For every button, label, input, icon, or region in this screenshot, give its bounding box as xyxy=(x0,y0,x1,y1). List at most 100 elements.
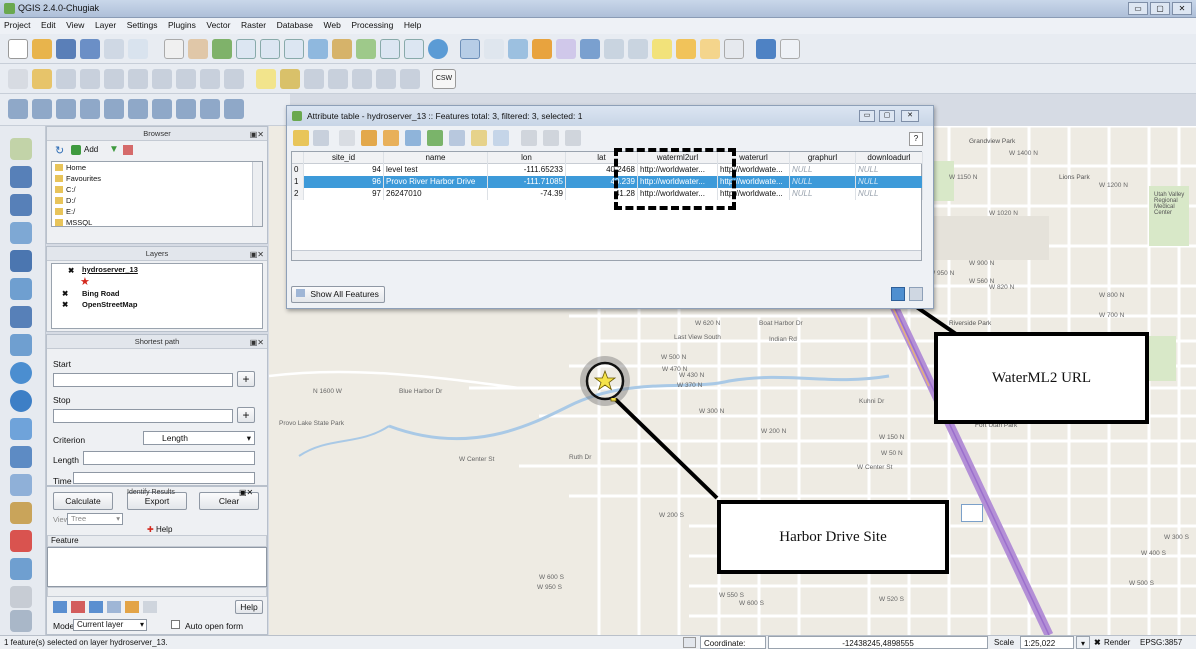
add-vertex-icon[interactable] xyxy=(10,446,32,468)
zoom-last-icon[interactable] xyxy=(380,39,400,59)
menu-web[interactable]: Web xyxy=(319,18,344,32)
open-project-icon[interactable] xyxy=(32,39,52,59)
time-field[interactable] xyxy=(73,472,255,484)
view-select[interactable]: Tree ▾ xyxy=(67,513,123,525)
menu-layer[interactable]: Layer xyxy=(91,18,120,32)
field-calculator-icon[interactable] xyxy=(556,39,576,59)
panel-float-close-icon[interactable]: ▣✕ xyxy=(250,336,264,350)
new-gpx-icon[interactable] xyxy=(10,558,32,580)
add-wcs-layer-icon[interactable] xyxy=(176,99,196,119)
column-header-name[interactable]: name xyxy=(384,152,488,164)
maximize-button[interactable]: ▢ xyxy=(879,110,895,122)
statistics-icon[interactable] xyxy=(628,39,648,59)
layer-item-hydroserver[interactable]: ✖ hydroserver_13 xyxy=(52,264,262,277)
save-as-icon[interactable] xyxy=(80,39,100,59)
attribute-hscrollbar[interactable] xyxy=(292,250,921,260)
menu-processing[interactable]: Processing xyxy=(347,18,397,32)
scale-input[interactable]: 1:25,022 xyxy=(1020,636,1074,649)
browser-item-mssql[interactable]: MSSQL xyxy=(52,217,262,226)
move-feature-icon[interactable] xyxy=(104,69,124,89)
clear-results-icon[interactable] xyxy=(107,601,121,613)
add-feature-icon[interactable] xyxy=(80,69,100,89)
refresh-icon[interactable] xyxy=(428,39,448,59)
zoom-to-selection-icon[interactable] xyxy=(471,130,487,146)
auto-open-checkbox[interactable] xyxy=(171,620,180,629)
label-toolbar-icon[interactable] xyxy=(256,69,276,89)
zoom-select-icon[interactable] xyxy=(128,39,148,59)
add-delimited-text-icon[interactable] xyxy=(224,99,244,119)
menu-help[interactable]: Help xyxy=(400,18,425,32)
field-calculator-icon[interactable] xyxy=(565,130,581,146)
add-wms-icon[interactable] xyxy=(10,222,32,244)
pan-hand-icon[interactable] xyxy=(188,39,208,59)
browser-item-favourites[interactable]: Favourites xyxy=(52,173,262,184)
zoom-out-icon[interactable] xyxy=(260,39,280,59)
pan-to-selection-icon[interactable] xyxy=(449,130,465,146)
length-field[interactable] xyxy=(83,451,255,465)
add-wfs-layer-icon[interactable] xyxy=(200,99,220,119)
add-wfs-icon[interactable] xyxy=(10,250,32,272)
browser-scrollbar[interactable] xyxy=(252,162,262,226)
csw-button[interactable]: CSW xyxy=(432,69,456,89)
add-virtual-layer-icon[interactable] xyxy=(10,418,32,440)
node-tool-icon[interactable] xyxy=(128,69,148,89)
add-spatialite-icon[interactable] xyxy=(10,306,32,328)
zoom-full-icon[interactable] xyxy=(308,39,328,59)
menu-project[interactable]: Project xyxy=(0,18,34,32)
measure-icon[interactable] xyxy=(604,39,624,59)
coordinate-value[interactable]: -12438245,4898555 xyxy=(768,636,988,649)
filter-icon[interactable]: ▼ xyxy=(109,144,119,155)
attribute-help-button[interactable]: ? xyxy=(909,132,923,146)
select-by-expression-icon[interactable] xyxy=(361,130,377,146)
criterion-select[interactable]: Length ▾ xyxy=(143,431,255,445)
whats-this-icon[interactable] xyxy=(780,39,800,59)
add-wms-layer-icon[interactable] xyxy=(152,99,172,119)
add-wcs-icon[interactable] xyxy=(10,390,32,412)
add-icon[interactable] xyxy=(71,145,81,155)
mode-select[interactable]: Current layer ▾ xyxy=(73,619,147,631)
attribute-table-icon[interactable] xyxy=(580,39,600,59)
move-selection-top-icon[interactable] xyxy=(405,130,421,146)
expand-new-icon[interactable] xyxy=(89,601,103,613)
pin-labels-icon[interactable] xyxy=(304,69,324,89)
add-gpx-icon[interactable] xyxy=(10,334,32,356)
minimize-button[interactable]: ▭ xyxy=(1128,2,1148,15)
menu-raster[interactable]: Raster xyxy=(237,18,270,32)
refresh-icon[interactable]: ↻ xyxy=(55,144,64,157)
browser-item-home[interactable]: Home xyxy=(52,162,262,173)
new-shapefile-icon[interactable] xyxy=(10,474,32,496)
copy-feature-icon[interactable] xyxy=(125,601,139,613)
delete-features-icon[interactable] xyxy=(339,130,355,146)
save-edits-icon[interactable] xyxy=(56,69,76,89)
render-checkbox[interactable]: ✖ xyxy=(1094,636,1101,649)
column-header-graphurl[interactable]: graphurl xyxy=(790,152,856,164)
collapse-all-icon[interactable] xyxy=(71,601,85,613)
zoom-in-icon[interactable] xyxy=(236,39,256,59)
start-input[interactable] xyxy=(53,373,233,387)
pan-cursor-icon[interactable] xyxy=(164,39,184,59)
zoom-native-icon[interactable] xyxy=(284,39,304,59)
add-mssql-layer-icon[interactable] xyxy=(104,99,124,119)
show-bookmarks-icon[interactable] xyxy=(700,39,720,59)
table-row[interactable]: 0 94 level test -111.65233 40.2468 http:… xyxy=(292,164,923,176)
expand-all-icon[interactable] xyxy=(53,601,67,613)
deselect-icon[interactable] xyxy=(532,39,552,59)
print-composer-icon[interactable] xyxy=(104,39,124,59)
column-header-lon[interactable]: lon xyxy=(488,152,566,164)
column-header-site-id[interactable]: site_id xyxy=(304,152,384,164)
current-edits-icon[interactable] xyxy=(8,69,28,89)
menu-view[interactable]: View xyxy=(62,18,88,32)
add-globe-icon[interactable] xyxy=(10,362,32,384)
add-spatialite-layer-icon[interactable] xyxy=(80,99,100,119)
print-icon[interactable] xyxy=(143,601,157,613)
change-label-icon[interactable] xyxy=(400,69,420,89)
show-hide-labels-icon[interactable] xyxy=(328,69,348,89)
save-project-icon[interactable] xyxy=(56,39,76,59)
copy-features-icon[interactable] xyxy=(200,69,220,89)
collapse-icon[interactable] xyxy=(123,145,133,155)
panel-float-close-icon[interactable]: ▣✕ xyxy=(250,128,264,142)
start-pick-icon[interactable]: + xyxy=(237,371,255,387)
add-vector-layer-icon[interactable] xyxy=(8,99,28,119)
menu-edit[interactable]: Edit xyxy=(37,18,60,32)
table-row[interactable]: 2 97 26247010 -74.39 41.28 http://worldw… xyxy=(292,188,923,200)
